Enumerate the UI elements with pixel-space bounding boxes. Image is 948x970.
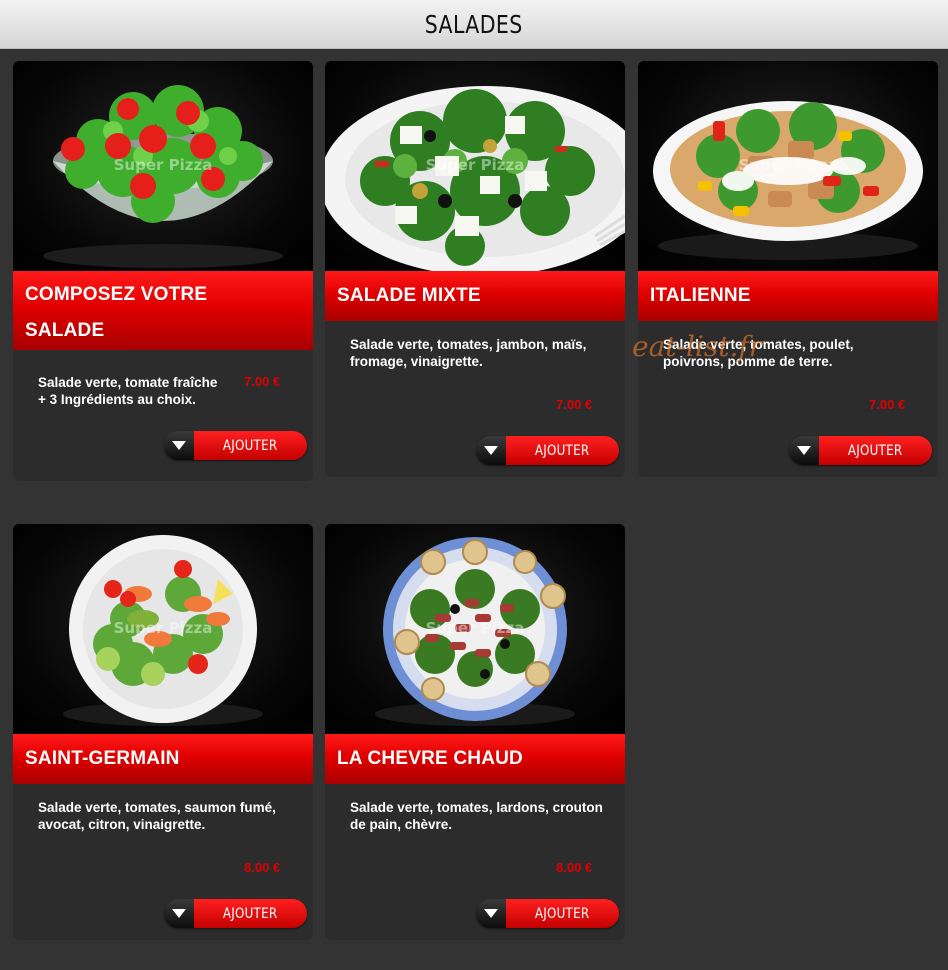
photo-watermark: Super Pizza xyxy=(113,619,213,637)
description-line2: de pain, chèvre. xyxy=(350,817,453,832)
description-line2: + 3 Ingrédients au choix. xyxy=(38,392,196,407)
product-name: SAINT-GERMAIN xyxy=(13,734,313,784)
product-description: Salade verte, tomates, saumon fumé, avoc… xyxy=(13,799,300,833)
product-description: Salade verte, tomates, lardons, crouton … xyxy=(325,799,603,833)
add-to-cart-label: AJOUTER xyxy=(819,436,932,465)
product-name: LA CHEVRE CHAUD xyxy=(325,734,625,784)
caret-down-icon xyxy=(789,436,819,465)
add-to-cart-text: AJOUTER xyxy=(223,437,278,454)
description-line1: Salade verte, tomates, poulet, xyxy=(663,337,854,352)
product-photo: Super Pizza xyxy=(13,524,313,734)
description-line1: Salade verte, tomates, jambon, maïs, xyxy=(350,337,587,352)
add-to-cart-label: AJOUTER xyxy=(506,436,619,465)
product-card-saint-germain: Super Pizza SAINT-GERMAIN Salade verte, … xyxy=(13,524,313,940)
photo-watermark: Super Pizza xyxy=(113,156,213,174)
product-name-line1: COMPOSEZ VOTRE xyxy=(25,284,208,305)
product-name: COMPOSEZ VOTRE SALADE xyxy=(13,271,313,350)
add-to-cart-button[interactable]: AJOUTER xyxy=(164,431,307,460)
product-card-mixte: Super Pizza SALADE MIXTE Salade verte, t… xyxy=(325,61,625,477)
caret-down-icon xyxy=(476,436,506,465)
product-price: 7.00 € xyxy=(556,397,593,412)
description-line1: Salade verte, tomates, saumon fumé, xyxy=(38,800,276,815)
product-card-chevre-chaud: Super Pizza LA CHEVRE CHAUD Salade verte… xyxy=(325,524,625,940)
product-card-italienne: Super Pizza ITALIENNE Salade verte, toma… xyxy=(638,61,938,477)
add-to-cart-text: AJOUTER xyxy=(535,442,590,459)
add-to-cart-text: AJOUTER xyxy=(223,905,278,922)
add-to-cart-text: AJOUTER xyxy=(848,442,903,459)
add-to-cart-button[interactable]: AJOUTER xyxy=(789,436,932,465)
product-description: Salade verte, tomates, poulet, poivrons,… xyxy=(638,336,878,370)
add-to-cart-label: AJOUTER xyxy=(194,899,307,928)
product-description: Salade verte, tomates, jambon, maïs, fro… xyxy=(325,336,610,370)
description-line2: poivrons, pomme de terre. xyxy=(663,354,833,369)
add-to-cart-button[interactable]: AJOUTER xyxy=(164,899,307,928)
description-line1: Salade verte, tomate fraîche xyxy=(38,375,218,390)
product-name: SALADE MIXTE xyxy=(325,271,625,321)
add-to-cart-text: AJOUTER xyxy=(535,905,590,922)
description-line1: Salade verte, tomates, lardons, crouton xyxy=(350,800,603,815)
add-to-cart-label: AJOUTER xyxy=(194,431,307,460)
page-title: SALADES xyxy=(425,9,523,39)
product-price: 7.00 € xyxy=(869,397,906,412)
photo-watermark: Super Pizza xyxy=(425,619,525,637)
product-name-line2: SALADE xyxy=(25,320,105,341)
caret-down-icon xyxy=(164,431,194,460)
product-photo: Super Pizza xyxy=(325,61,625,271)
description-line2: fromage, vinaigrette. xyxy=(350,354,483,369)
product-price: 8.00 € xyxy=(556,860,593,875)
product-photo: Super Pizza xyxy=(13,61,313,271)
photo-watermark: Super Pizza xyxy=(425,156,525,174)
product-price: 8.00 € xyxy=(244,860,281,875)
product-description: Salade verte, tomate fraîche + 3 Ingrédi… xyxy=(13,374,241,408)
product-card-composez: Super Pizza COMPOSEZ VOTRE SALADE Salade… xyxy=(13,61,313,481)
photo-watermark: Super Pizza xyxy=(738,156,838,174)
caret-down-icon xyxy=(476,899,506,928)
product-photo: Super Pizza xyxy=(638,61,938,271)
add-to-cart-button[interactable]: AJOUTER xyxy=(476,436,619,465)
add-to-cart-button[interactable]: AJOUTER xyxy=(476,899,619,928)
product-name: ITALIENNE xyxy=(638,271,938,321)
page-header: SALADES xyxy=(0,0,948,49)
product-photo: Super Pizza xyxy=(325,524,625,734)
product-price: 7.00 € xyxy=(244,374,281,389)
caret-down-icon xyxy=(164,899,194,928)
description-line2: avocat, citron, vinaigrette. xyxy=(38,817,206,832)
add-to-cart-label: AJOUTER xyxy=(506,899,619,928)
